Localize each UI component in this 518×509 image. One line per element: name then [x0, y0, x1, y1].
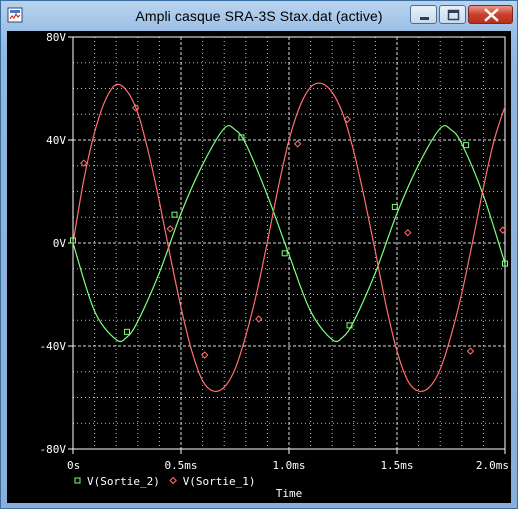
series-point-v-sortie-2: [281, 250, 288, 257]
x-tick-label: 0.5ms: [164, 459, 197, 472]
minimize-button[interactable]: [410, 5, 437, 24]
x-tick-label: 1.0ms: [272, 459, 305, 472]
series-point-v-sortie-1: [166, 225, 174, 233]
minimize-icon: [420, 17, 429, 20]
series-point-v-sortie-1: [255, 315, 263, 323]
series-point-v-sortie-2: [463, 142, 470, 149]
maximize-icon: [447, 9, 460, 21]
plot-area[interactable]: 80V 40V 0V -40V -80V 0s 0.5ms 1.0ms 1.5ms 2.0ms Ti…: [7, 31, 511, 503]
x-tick-label: 1.5ms: [380, 459, 413, 472]
close-icon: [484, 8, 499, 22]
waveform-chart[interactable]: 80V 40V 0V -40V -80V0s 0.5ms 1.0ms 1.5ms 2.0ms Ti…: [7, 31, 511, 503]
maximize-button[interactable]: [439, 5, 466, 24]
y-tick-label: -40V: [40, 340, 67, 353]
series-point-v-sortie-2: [124, 328, 130, 335]
series-point-v-sortie-2: [171, 211, 178, 218]
series-point-v-sortie-1: [404, 228, 412, 237]
y-tick-label: 0V: [53, 237, 67, 250]
series-point-v-sortie-1: [293, 140, 302, 148]
y-tick-label: -80V: [40, 443, 67, 456]
x-tick-label: 2.0ms: [476, 459, 509, 472]
close-button[interactable]: [468, 5, 513, 24]
legend-marker-v-sortie-2: [74, 477, 81, 484]
chart-legend: V(Sortie_2) V(Sortie_1): [74, 475, 256, 488]
legend-label-v-sortie-1: V(Sortie_1): [183, 475, 256, 488]
chart-grid: [68, 36, 506, 454]
legend-marker-v-sortie-1: [169, 476, 177, 485]
title-bar[interactable]: Ampli casque SRA-3S Stax.dat (active): [1, 1, 517, 31]
y-tick-label: 80V: [46, 31, 66, 44]
chart-labels: 80V 40V 0V -40V -80V0s 0.5ms 1.0ms 1.5ms 2.0ms Ti…: [40, 31, 510, 500]
series-point-v-sortie-1: [466, 347, 475, 355]
y-tick-label: 40V: [46, 134, 66, 147]
x-tick-label: 0s: [67, 459, 80, 472]
probe-window: Ampli casque SRA-3S Stax.dat (active) 80…: [0, 0, 518, 509]
legend-label-v-sortie-2: V(Sortie_2): [87, 475, 160, 488]
x-axis-label: Time: [276, 487, 303, 500]
